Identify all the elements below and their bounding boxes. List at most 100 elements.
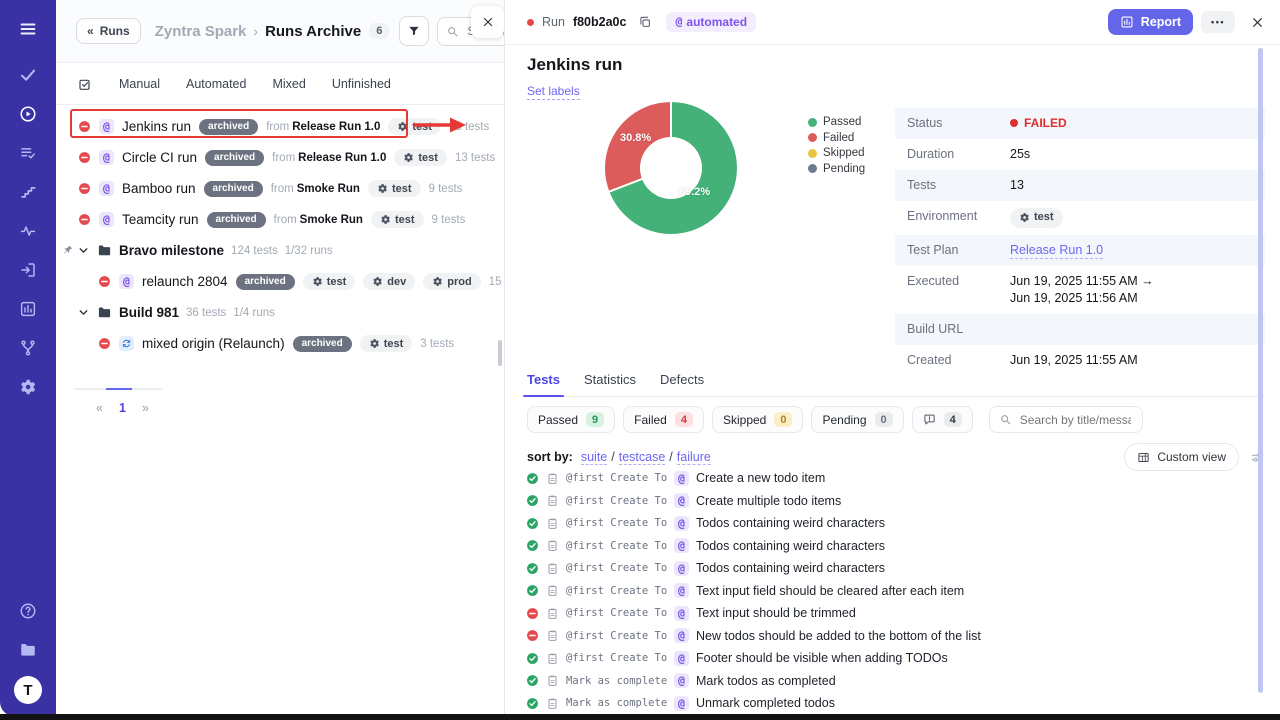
legend-item-failed[interactable]: Failed bbox=[808, 132, 865, 144]
runs-tab-manual[interactable]: Manual bbox=[119, 77, 160, 91]
test-title[interactable]: Create a new todo item bbox=[696, 471, 825, 485]
detail-tabs: Tests Statistics Defects bbox=[527, 372, 1265, 397]
test-title[interactable]: Text input should be trimmed bbox=[696, 606, 856, 620]
sidebar-item-menu-icon[interactable] bbox=[15, 16, 41, 42]
pin-icon bbox=[62, 244, 74, 256]
tab-tests[interactable]: Tests bbox=[527, 372, 560, 387]
pagination-page-1[interactable]: 1 bbox=[119, 401, 126, 415]
tab-defects[interactable]: Defects bbox=[660, 372, 704, 387]
runs-tab-automated[interactable]: Automated bbox=[186, 77, 246, 91]
filter-pending-chip[interactable]: Pending0 bbox=[811, 406, 903, 433]
set-labels-link[interactable]: Set labels bbox=[527, 84, 580, 100]
chevron-down-icon[interactable] bbox=[77, 306, 90, 319]
tab-statistics[interactable]: Statistics bbox=[584, 372, 636, 387]
test-title[interactable]: New todos should be added to the bottom … bbox=[696, 629, 981, 643]
runs-tab-mixed[interactable]: Mixed bbox=[272, 77, 305, 91]
left-panel-scrollbar[interactable] bbox=[498, 340, 502, 366]
test-row[interactable]: @first Create To...@Create multiple todo… bbox=[521, 490, 1263, 513]
run-title[interactable]: Circle CI run bbox=[122, 150, 197, 165]
legend-item-passed[interactable]: Passed bbox=[808, 116, 865, 128]
select-all-icon[interactable] bbox=[77, 76, 93, 92]
test-row[interactable]: @first Create To...@Text input field sho… bbox=[521, 580, 1263, 603]
test-row[interactable]: @first Create To...@Text input should be… bbox=[521, 602, 1263, 625]
sort-by-suite-link[interactable]: suite bbox=[581, 450, 607, 465]
run-origin: fromRelease Run 1.0 bbox=[266, 121, 380, 133]
sidebar-item-import-icon[interactable] bbox=[15, 257, 41, 283]
test-row[interactable]: @first Create To...@New todos should be … bbox=[521, 625, 1263, 648]
sidebar-item-list-check-icon[interactable] bbox=[15, 140, 41, 166]
close-detail-button[interactable] bbox=[1251, 16, 1264, 29]
detail-panel-scrollbar[interactable] bbox=[1258, 48, 1263, 693]
runs-tab-unfinished[interactable]: Unfinished bbox=[332, 77, 391, 91]
test-row[interactable]: @first Create To...@Footer should be vis… bbox=[521, 647, 1263, 670]
breadcrumb-project[interactable]: Zyntra Spark bbox=[155, 23, 247, 40]
test-row[interactable]: Mark as complete...@Unmark completed tod… bbox=[521, 692, 1263, 715]
filter-count-badge: 0 bbox=[774, 412, 792, 427]
run-title[interactable]: Jenkins run bbox=[122, 119, 191, 134]
sidebar-item-activity-icon[interactable] bbox=[15, 218, 41, 244]
milestone-row[interactable]: Build 98136 tests1/4 runs bbox=[56, 297, 504, 328]
clipboard-icon bbox=[546, 584, 559, 597]
sidebar-item-bar-chart-icon[interactable] bbox=[15, 296, 41, 322]
test-title[interactable]: Todos containing weird characters bbox=[696, 516, 885, 530]
run-row[interactable]: @Jenkins runarchivedfromRelease Run 1.0t… bbox=[56, 111, 504, 142]
filter-comments-chip[interactable]: 4 bbox=[912, 406, 973, 433]
tests-search-input[interactable] bbox=[989, 406, 1143, 433]
run-row[interactable]: @Bamboo runarchivedfromSmoke Runtest9 te… bbox=[56, 173, 504, 204]
test-row[interactable]: @first Create To...@Todos containing wei… bbox=[521, 512, 1263, 535]
sort-by-failure-link[interactable]: failure bbox=[677, 450, 711, 465]
chevron-down-icon[interactable] bbox=[77, 244, 90, 257]
env-badge-prod: prod bbox=[423, 273, 480, 290]
sidebar-item-play-circle-icon[interactable] bbox=[15, 101, 41, 127]
sidebar-item-folder-icon[interactable] bbox=[15, 637, 41, 663]
filter-count-badge: 4 bbox=[944, 412, 962, 427]
run-title[interactable]: mixed origin (Relaunch) bbox=[142, 336, 285, 351]
run-title[interactable]: Teamcity run bbox=[122, 212, 199, 227]
sidebar-item-check-icon[interactable] bbox=[15, 62, 41, 88]
sidebar-item-steps-icon[interactable] bbox=[15, 179, 41, 205]
run-title: Jenkins run bbox=[527, 55, 622, 75]
run-row[interactable]: @Circle CI runarchivedfromRelease Run 1.… bbox=[56, 142, 504, 173]
back-to-runs-button[interactable]: « Runs bbox=[76, 18, 141, 44]
filter-failed-chip[interactable]: Failed4 bbox=[623, 406, 704, 433]
sidebar-item-help-icon[interactable] bbox=[15, 598, 41, 624]
run-title[interactable]: Bamboo run bbox=[122, 181, 196, 196]
test-title[interactable]: Todos containing weird characters bbox=[696, 539, 885, 553]
pagination-next-button[interactable]: » bbox=[142, 401, 149, 415]
automated-icon: @ bbox=[675, 16, 682, 28]
test-title[interactable]: Todos containing weird characters bbox=[696, 561, 885, 575]
test-title[interactable]: Unmark completed todos bbox=[696, 696, 835, 710]
pagination-prev-button[interactable]: « bbox=[96, 401, 103, 415]
test-title[interactable]: Create multiple todo items bbox=[696, 494, 841, 508]
legend-item-skipped[interactable]: Skipped bbox=[808, 147, 865, 159]
run-title[interactable]: relaunch 2804 bbox=[142, 274, 228, 289]
close-panel-button[interactable] bbox=[471, 6, 504, 38]
run-row[interactable]: mixed origin (Relaunch)archivedtest3 tes… bbox=[56, 328, 504, 359]
automated-icon: @ bbox=[99, 150, 114, 165]
passed-icon bbox=[526, 652, 539, 665]
test-row[interactable]: Mark as complete...@Mark todos as comple… bbox=[521, 670, 1263, 693]
test-title[interactable]: Footer should be visible when adding TOD… bbox=[696, 651, 948, 665]
report-button[interactable]: Report bbox=[1108, 9, 1193, 35]
legend-item-pending[interactable]: Pending bbox=[808, 163, 865, 175]
sidebar-item-gear-icon[interactable] bbox=[15, 374, 41, 400]
sort-by-testcase-link[interactable]: testcase bbox=[619, 450, 666, 465]
test-title[interactable]: Mark todos as completed bbox=[696, 674, 836, 688]
copy-icon[interactable] bbox=[638, 15, 652, 29]
test-row[interactable]: @first Create To...@Create a new todo it… bbox=[521, 467, 1263, 490]
test-row[interactable]: @first Create To...@Todos containing wei… bbox=[521, 535, 1263, 558]
test-title[interactable]: Text input field should be cleared after… bbox=[696, 584, 964, 598]
tests-search-field[interactable] bbox=[1018, 412, 1133, 428]
test-row[interactable]: @first Create To...@Todos containing wei… bbox=[521, 557, 1263, 580]
filter-passed-chip[interactable]: Passed9 bbox=[527, 406, 615, 433]
run-row[interactable]: @Teamcity runarchivedfromSmoke Runtest9 … bbox=[56, 204, 504, 235]
more-actions-button[interactable]: ••• bbox=[1201, 11, 1235, 33]
filter-skipped-chip[interactable]: Skipped0 bbox=[712, 406, 804, 433]
sidebar-item-branch-icon[interactable] bbox=[15, 335, 41, 361]
filter-button[interactable] bbox=[399, 16, 429, 46]
milestone-row[interactable]: Bravo milestone124 tests1/32 runs bbox=[56, 235, 504, 266]
run-row[interactable]: @relaunch 2804archivedtestdevprod15 test… bbox=[56, 266, 504, 297]
app-logo[interactable]: T bbox=[14, 676, 42, 704]
runs-filter-tabs: Manual Automated Mixed Unfinished bbox=[56, 63, 504, 105]
test-plan-link[interactable]: Release Run 1.0 bbox=[1010, 243, 1103, 259]
